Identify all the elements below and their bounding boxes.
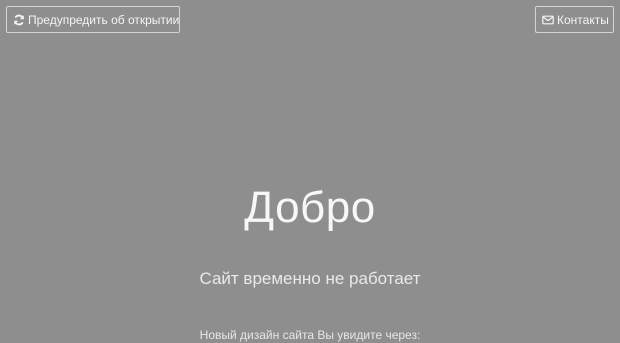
- maintenance-page: Предупредить об открытии Контакты Добро …: [0, 0, 620, 343]
- maintenance-message: Сайт временно не работает: [199, 269, 421, 288]
- envelope-icon: [542, 14, 554, 26]
- notify-on-open-button[interactable]: Предупредить об открытии: [6, 6, 180, 33]
- countdown-label: Новый дизайн сайта Вы увидите через:: [199, 328, 421, 342]
- contacts-button-label: Контакты: [557, 12, 609, 27]
- page-headline: Добро: [244, 183, 376, 232]
- contacts-button[interactable]: Контакты: [535, 6, 614, 33]
- notify-button-label: Предупредить об открытии: [28, 12, 180, 27]
- refresh-icon: [13, 14, 25, 26]
